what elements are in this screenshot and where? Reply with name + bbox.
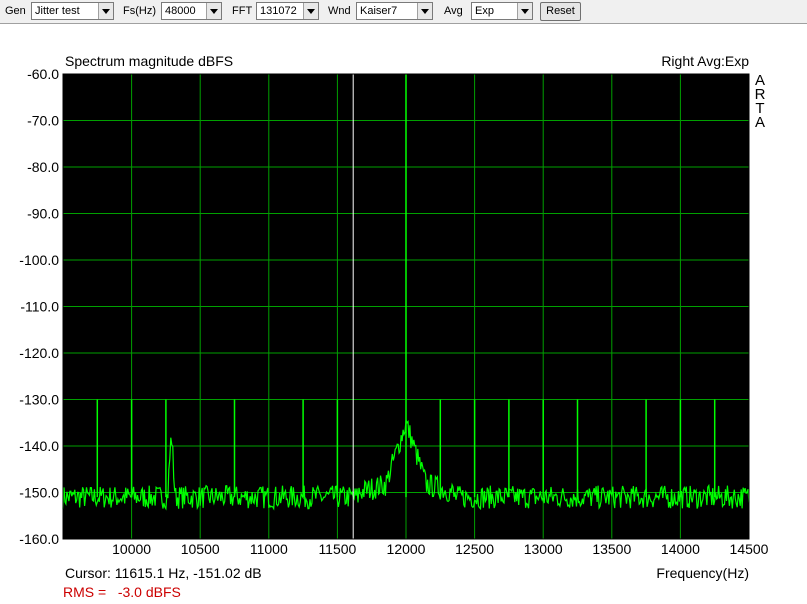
y-tick-label: -60.0 — [27, 66, 59, 82]
y-tick-label: -110.0 — [20, 299, 59, 315]
rms-readout: RMS = -3.0 dBFS — [63, 584, 181, 600]
x-axis-label: Frequency(Hz) — [656, 565, 749, 581]
y-tick-label: -80.0 — [27, 159, 59, 175]
spectrum-chart[interactable]: 10000 10500 11000 11500 12000 12500 13000 13500… — [0, 0, 807, 604]
cursor-readout: Cursor: 11615.1 Hz, -151.02 dB — [65, 565, 262, 581]
y-tick-label: -120.0 — [19, 345, 59, 361]
y-tick-label: -100.0 — [19, 252, 59, 268]
x-tick-label: 14000 — [661, 541, 700, 557]
x-tick-label: 12500 — [455, 541, 494, 557]
x-tick-label: 11000 — [250, 541, 288, 557]
y-tick-label: -70.0 — [27, 113, 59, 129]
y-tick-label: -160.0 — [19, 531, 59, 547]
x-tick-label: 10000 — [112, 541, 151, 557]
x-tick-label: 11500 — [318, 541, 356, 557]
x-tick-label: 13000 — [524, 541, 563, 557]
x-tick-label: 14500 — [730, 541, 769, 557]
x-tick-label: 13500 — [592, 541, 631, 557]
x-tick-label: 10500 — [181, 541, 220, 557]
x-tick-label: 12000 — [387, 541, 426, 557]
y-tick-label: -90.0 — [27, 206, 59, 222]
y-tick-label: -140.0 — [19, 438, 59, 454]
y-tick-label: -130.0 — [19, 392, 59, 408]
y-tick-label: -150.0 — [19, 485, 59, 501]
